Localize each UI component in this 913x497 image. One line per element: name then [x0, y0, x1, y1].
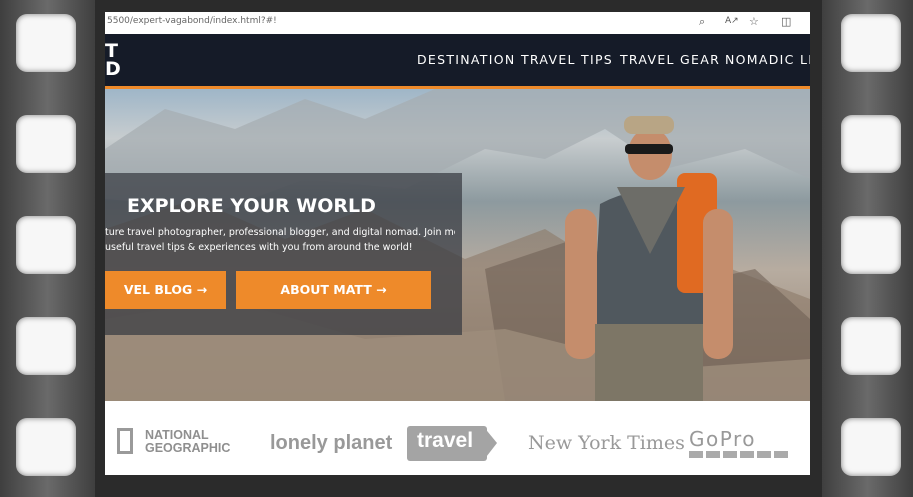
hero-text-line: useful travel tips & experiences with yo…	[105, 242, 413, 253]
natgeo-frame-icon	[117, 428, 133, 454]
travel-channel-arrow-icon	[483, 426, 497, 461]
natgeo-line: GEOGRAPHIC	[145, 441, 231, 455]
film-hole	[841, 418, 901, 476]
split-screen-icon[interactable]: ◫	[781, 15, 791, 28]
travel-channel-logo: travel	[407, 426, 499, 461]
film-hole	[16, 115, 76, 173]
hero-section: EXPLORE YOUR WORLD ture travel photograp…	[105, 89, 810, 401]
nav-travel-tips[interactable]: TRAVEL TIPS	[521, 52, 613, 67]
travel-blog-button[interactable]: VEL BLOG →	[105, 271, 226, 309]
gopro-subline	[689, 451, 789, 458]
url-text[interactable]: 5500/expert-vagabond/index.html?#!	[107, 16, 277, 26]
site-logo[interactable]: T D	[105, 42, 121, 80]
zoom-icon[interactable]: ⌕	[699, 15, 705, 29]
nav-travel-gear[interactable]: TRAVEL GEAR	[620, 52, 720, 67]
about-matt-button[interactable]: ABOUT MATT →	[236, 271, 431, 309]
address-bar[interactable]: 5500/expert-vagabond/index.html?#! ⌕ A↗ …	[105, 12, 810, 35]
film-hole	[16, 418, 76, 476]
lonely-planet-logo: lonely planet	[270, 432, 393, 454]
film-hole	[16, 14, 76, 72]
film-strip-left	[0, 0, 95, 497]
film-hole	[16, 317, 76, 375]
nav-destination[interactable]: DESTINATION	[417, 52, 516, 67]
new-york-times-logo: New York Times	[528, 432, 685, 454]
hero-description: ture travel photographer, professional b…	[105, 225, 455, 255]
natgeo-text: NATIONAL GEOGRAPHIC	[145, 429, 230, 455]
hero-text-line: ture travel photographer, professional b…	[105, 227, 455, 238]
film-hole	[841, 14, 901, 72]
film-hole	[16, 216, 76, 274]
logo-line: D	[105, 58, 121, 80]
film-hole	[841, 216, 901, 274]
favorite-star-icon[interactable]: ☆	[749, 15, 759, 28]
hero-title: EXPLORE YOUR WORLD	[127, 195, 376, 217]
gopro-logo: GoPro	[689, 427, 756, 451]
browser-screen: 5500/expert-vagabond/index.html?#! ⌕ A↗ …	[105, 12, 810, 475]
nav-nomadic-life[interactable]: NOMADIC LIF	[725, 52, 810, 67]
film-hole	[841, 317, 901, 375]
press-logos: NATIONAL GEOGRAPHIC lonely planet travel…	[105, 401, 810, 475]
film-strip-right	[822, 0, 913, 497]
site-navbar: T D DESTINATION TRAVEL TIPS TRAVEL GEAR …	[105, 34, 810, 89]
film-hole	[841, 115, 901, 173]
hero-overlay: EXPLORE YOUR WORLD ture travel photograp…	[105, 173, 462, 335]
read-aloud-icon[interactable]: A↗	[725, 16, 739, 26]
travel-channel-text: travel	[417, 429, 474, 452]
